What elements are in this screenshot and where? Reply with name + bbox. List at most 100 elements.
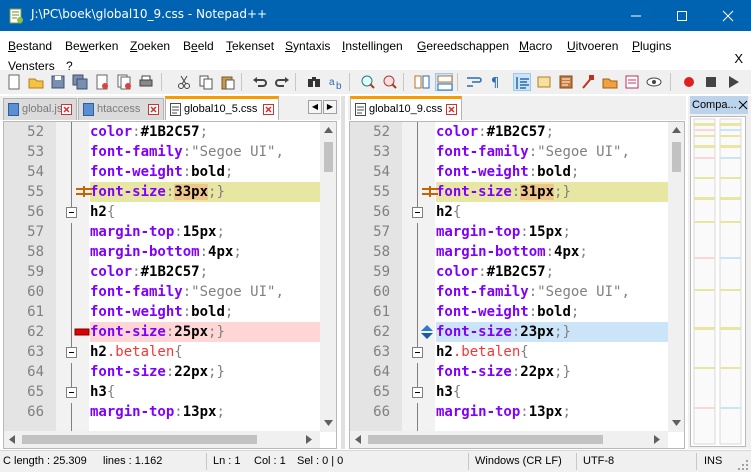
save-button[interactable] <box>49 73 67 91</box>
menu-item-syntaxis[interactable]: Syntaxis <box>285 39 330 53</box>
code-token: bold <box>191 164 225 180</box>
status-eol[interactable]: Windows (CR LF) <box>475 455 562 467</box>
code-token: font-weight <box>436 304 529 320</box>
code-token: ; <box>224 164 234 180</box>
redo-button[interactable] <box>273 73 291 91</box>
code-token: h2 <box>436 204 453 220</box>
undo-button[interactable] <box>251 73 269 91</box>
close-file-button[interactable] <box>93 73 111 91</box>
code-token: font-family <box>436 144 529 160</box>
code-text: font-size:33px;} <box>90 182 320 202</box>
tab-close-icon[interactable] <box>148 104 159 115</box>
menu-item-bestand[interactable]: Bestand <box>8 39 52 53</box>
stop-macro-button[interactable] <box>702 73 720 91</box>
code-line: 63 h2.betalen{ <box>350 342 668 362</box>
code-line: 65 h3{ <box>350 382 668 402</box>
editor-left[interactable]: 52 color:#1B2C57; 53 font-family:"Segoe UI"… <box>3 121 337 449</box>
tab-scroll-right-button[interactable]: ▶ <box>323 100 337 114</box>
function-list-button[interactable] <box>579 73 597 91</box>
code-token: "Segoe UI", <box>191 284 284 300</box>
scroll-right-icon[interactable] <box>654 435 660 444</box>
close-document-button[interactable]: X <box>734 51 743 66</box>
print-button[interactable] <box>137 73 155 91</box>
minimize-button[interactable] <box>613 0 659 31</box>
sync-horizontal-button[interactable] <box>435 73 453 91</box>
menu-item-instellingen[interactable]: Instellingen <box>342 39 403 53</box>
play-macro-button[interactable] <box>724 73 742 91</box>
monitor-eye-button[interactable] <box>645 73 663 91</box>
menu-item-uitvoeren[interactable]: Uitvoeren <box>567 39 618 53</box>
file-icon <box>8 103 19 116</box>
menu-item-bewerken[interactable]: Bewerken <box>65 39 118 53</box>
tab-close-icon[interactable] <box>61 104 72 115</box>
save-all-button[interactable] <box>71 73 89 91</box>
tab-scroll-left-button[interactable]: ◀ <box>308 100 322 114</box>
vertical-scrollbar[interactable] <box>320 122 336 432</box>
replace-button[interactable]: ab <box>327 73 345 91</box>
copy-button[interactable] <box>197 73 215 91</box>
zoom-in-button[interactable] <box>359 73 377 91</box>
scroll-up-icon[interactable] <box>324 127 333 133</box>
doc-list-button[interactable] <box>623 73 641 91</box>
zoom-out-button[interactable] <box>381 73 399 91</box>
tab-global10-9-css[interactable]: global10_9.css <box>350 96 462 120</box>
scroll-down-icon[interactable] <box>324 420 333 426</box>
resize-grip-icon[interactable] <box>737 459 749 471</box>
code-line: 52 color:#1B2C57; <box>350 122 668 142</box>
code-token: margin-bottom <box>436 244 546 260</box>
doc-map-button[interactable] <box>557 73 575 91</box>
toolbar-separator <box>457 73 458 91</box>
close-window-button[interactable] <box>705 0 751 31</box>
folder-workspace-button[interactable] <box>601 73 619 91</box>
paste-button[interactable] <box>219 73 237 91</box>
status-encoding[interactable]: UTF-8 <box>583 455 614 467</box>
scroll-left-icon[interactable] <box>9 435 15 444</box>
menu-item-macro[interactable]: Macro <box>519 39 552 53</box>
show-all-chars-button[interactable]: ¶ <box>487 73 505 91</box>
close-panel-icon[interactable] <box>738 100 748 110</box>
editor-right[interactable]: 52 color:#1B2C57; 53 font-family:"Segoe UI"… <box>349 121 685 449</box>
line-number: 59 <box>373 264 390 280</box>
find-button[interactable] <box>305 73 323 91</box>
line-number: 63 <box>27 344 44 360</box>
maximize-button[interactable] <box>659 0 705 31</box>
tab-global-js[interactable]: global.js <box>3 98 77 120</box>
new-file-button[interactable] <box>5 73 23 91</box>
tab-close-icon[interactable] <box>263 104 274 115</box>
tab-close-icon[interactable] <box>446 104 457 115</box>
indent-guide-button[interactable] <box>513 73 531 91</box>
vertical-scrollbar[interactable] <box>668 122 684 432</box>
tab-global10-5-css[interactable]: global10_5.css <box>165 96 279 120</box>
tab-label: htaccess <box>97 103 141 115</box>
menu-item-tekenset[interactable]: Tekenset <box>226 39 274 53</box>
code-token: ; <box>570 164 580 180</box>
open-file-button[interactable] <box>27 73 45 91</box>
splitter[interactable] <box>341 96 345 449</box>
menu-item-beeld[interactable]: Beeld <box>183 39 214 53</box>
cut-button[interactable] <box>175 73 193 91</box>
code-token: h3 <box>90 384 107 400</box>
scroll-thumb[interactable] <box>22 435 257 444</box>
toolbar-separator <box>295 73 296 91</box>
menu-item-zoeken[interactable]: Zoeken <box>130 39 170 53</box>
horizontal-scrollbar[interactable] <box>4 431 320 448</box>
scroll-thumb[interactable] <box>672 142 681 172</box>
sync-vertical-button[interactable] <box>413 73 431 91</box>
stop-macro-icon <box>706 77 716 87</box>
scroll-thumb[interactable] <box>324 142 333 172</box>
user-lang-button[interactable] <box>535 73 553 91</box>
tab-htaccess[interactable]: htaccess <box>78 98 164 120</box>
scroll-down-icon[interactable] <box>672 420 681 426</box>
close-all-button[interactable] <box>115 73 133 91</box>
menu-item-gereedschappen[interactable]: Gereedschappen <box>417 39 509 53</box>
menu-item-plugins[interactable]: Plugins <box>632 39 671 53</box>
horizontal-scrollbar[interactable] <box>350 431 668 448</box>
word-wrap-button[interactable] <box>465 73 483 91</box>
code-text: font-family:"Segoe UI", <box>90 282 284 302</box>
scroll-thumb[interactable] <box>368 435 603 444</box>
scroll-right-icon[interactable] <box>306 435 312 444</box>
record-macro-button[interactable] <box>680 73 698 91</box>
scroll-up-icon[interactable] <box>672 127 681 133</box>
compare-navigation-map[interactable] <box>690 116 746 447</box>
scroll-left-icon[interactable] <box>355 435 361 444</box>
